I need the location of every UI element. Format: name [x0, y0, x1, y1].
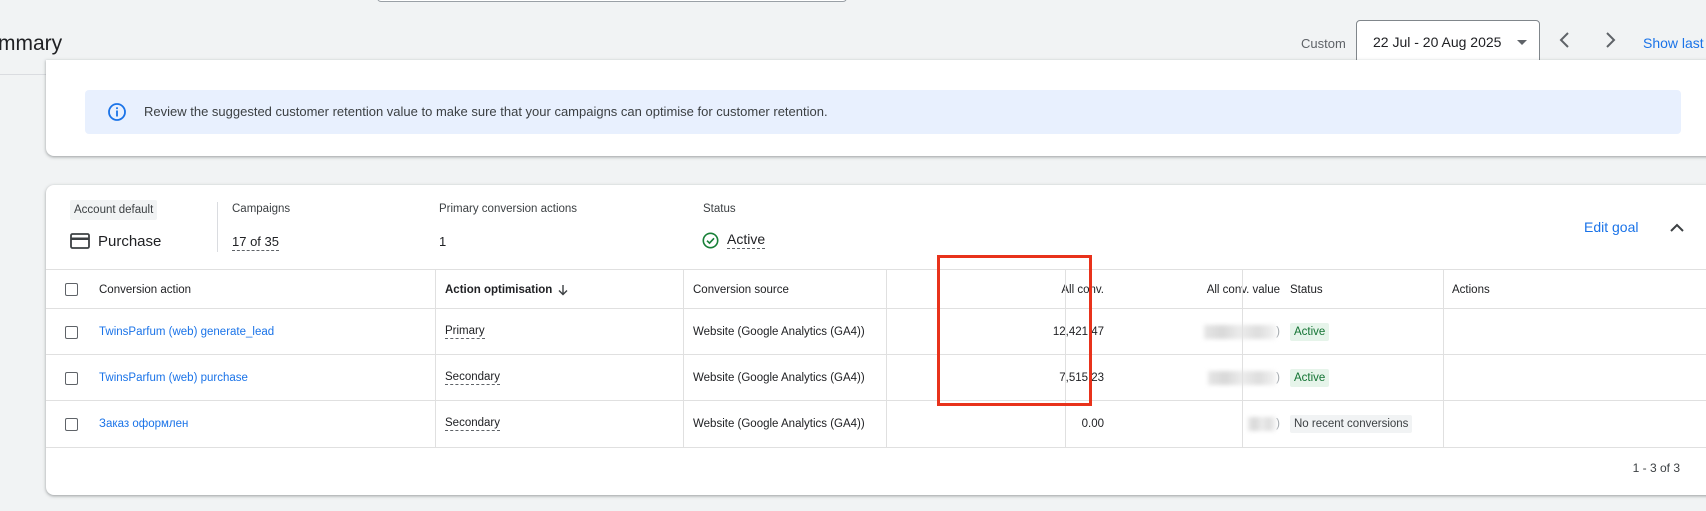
status-badge: Active: [1290, 369, 1330, 387]
show-last-link[interactable]: Show last: [1643, 35, 1704, 51]
header-all-conv[interactable]: All conv.: [936, 270, 1104, 309]
optimisation-value[interactable]: Secondary: [445, 371, 500, 385]
row-checkbox[interactable]: [65, 371, 78, 385]
previous-period-icon[interactable]: [1555, 30, 1575, 50]
goal-status: Active: [702, 231, 766, 249]
next-period-icon[interactable]: [1600, 30, 1620, 50]
conversion-action-link[interactable]: TwinsParfum (web) purchase: [99, 355, 248, 401]
conversion-source: Website (Google Analytics (GA4)): [693, 326, 865, 338]
recommendation-card: Review the suggested customer retention …: [46, 60, 1706, 156]
row-checkbox[interactable]: [65, 325, 78, 339]
header-status[interactable]: Status: [1290, 270, 1323, 309]
value-suffix: ): [1276, 326, 1280, 338]
campaigns-value-link[interactable]: 17 of 35: [232, 234, 279, 251]
header-action-optimisation-label: Action optimisation: [445, 283, 553, 296]
row-checkbox[interactable]: [65, 417, 78, 431]
header-all-conv-value[interactable]: All conv. value: [1112, 270, 1280, 309]
conversion-action-link[interactable]: Заказ оформлен: [99, 401, 188, 447]
check-circle-icon: [702, 232, 719, 248]
header-conversion-action[interactable]: Conversion action: [99, 270, 191, 309]
date-range-value: 22 Jul - 20 Aug 2025: [1373, 34, 1502, 50]
optimisation-value[interactable]: Secondary: [445, 417, 500, 431]
status-badge: Active: [1290, 323, 1330, 341]
header-actions: Actions: [1452, 283, 1490, 296]
all-conv-value: 0.00: [1081, 418, 1104, 430]
campaigns-label: Campaigns: [232, 203, 291, 215]
conversion-action-link[interactable]: TwinsParfum (web) generate_lead: [99, 309, 274, 355]
info-banner: Review the suggested customer retention …: [85, 90, 1681, 134]
goal-name: Purchase: [98, 233, 162, 250]
date-range-label: Custom: [1301, 36, 1346, 51]
all-conv-value-cell: ): [1112, 401, 1280, 447]
column-divider: [435, 269, 436, 447]
header-action-optimisation[interactable]: Action optimisation: [445, 270, 570, 309]
all-conv-value-cell: ): [1112, 355, 1280, 401]
arrow-down-icon: [558, 284, 568, 295]
all-conv-value-cell: ): [1112, 309, 1280, 355]
dropdown-caret-icon: [1517, 40, 1527, 45]
all-conv-value: 12,421.47: [1052, 326, 1104, 338]
select-all-checkbox[interactable]: [65, 283, 78, 296]
goal-status-value: Active: [727, 231, 766, 249]
divider: [217, 202, 218, 252]
column-divider: [886, 269, 887, 447]
table-row: TwinsParfum (web) generate_lead Primary …: [46, 308, 1706, 355]
status-badge: No recent conversions: [1290, 415, 1413, 433]
search-box-edge[interactable]: [377, 0, 847, 2]
table-row: TwinsParfum (web) purchase Secondary Web…: [46, 354, 1706, 401]
campaigns-value: 17 of 35: [232, 234, 279, 251]
column-divider: [1065, 269, 1066, 447]
credit-card-icon: [70, 233, 90, 249]
value-suffix: ): [1276, 372, 1280, 384]
banner-text: Review the suggested customer retention …: [144, 104, 828, 119]
optimisation-value[interactable]: Primary: [445, 325, 485, 339]
info-icon: [108, 103, 126, 121]
redacted-value: [1248, 417, 1277, 431]
conversion-goal-card: Account default Purchase Campaigns 17 of…: [46, 185, 1706, 495]
column-divider: [1443, 269, 1444, 447]
column-divider: [1242, 269, 1243, 447]
all-conv-value: 7,515.23: [1059, 372, 1104, 384]
primary-actions-label: Primary conversion actions: [439, 203, 578, 215]
conversion-source: Website (Google Analytics (GA4)): [693, 418, 865, 430]
header-conversion-source[interactable]: Conversion source: [693, 270, 789, 309]
column-divider: [683, 269, 684, 447]
date-range-picker[interactable]: 22 Jul - 20 Aug 2025: [1356, 20, 1540, 64]
edit-goal-link[interactable]: Edit goal: [1584, 219, 1638, 235]
primary-actions-value: 1: [439, 234, 447, 249]
page-title: mmary: [0, 32, 63, 55]
account-default-chip: Account default: [70, 200, 158, 220]
table-header-row: Conversion action Action optimisation Co…: [46, 269, 1706, 309]
pagination-text: 1 - 3 of 3: [1632, 461, 1680, 475]
table-row: Заказ оформлен Secondary Website (Google…: [46, 400, 1706, 448]
conversion-source: Website (Google Analytics (GA4)): [693, 372, 865, 384]
chevron-up-icon[interactable]: [1668, 219, 1686, 237]
value-suffix: ): [1276, 418, 1280, 430]
redacted-value: [1204, 325, 1277, 339]
goal-status-label: Status: [703, 203, 736, 215]
